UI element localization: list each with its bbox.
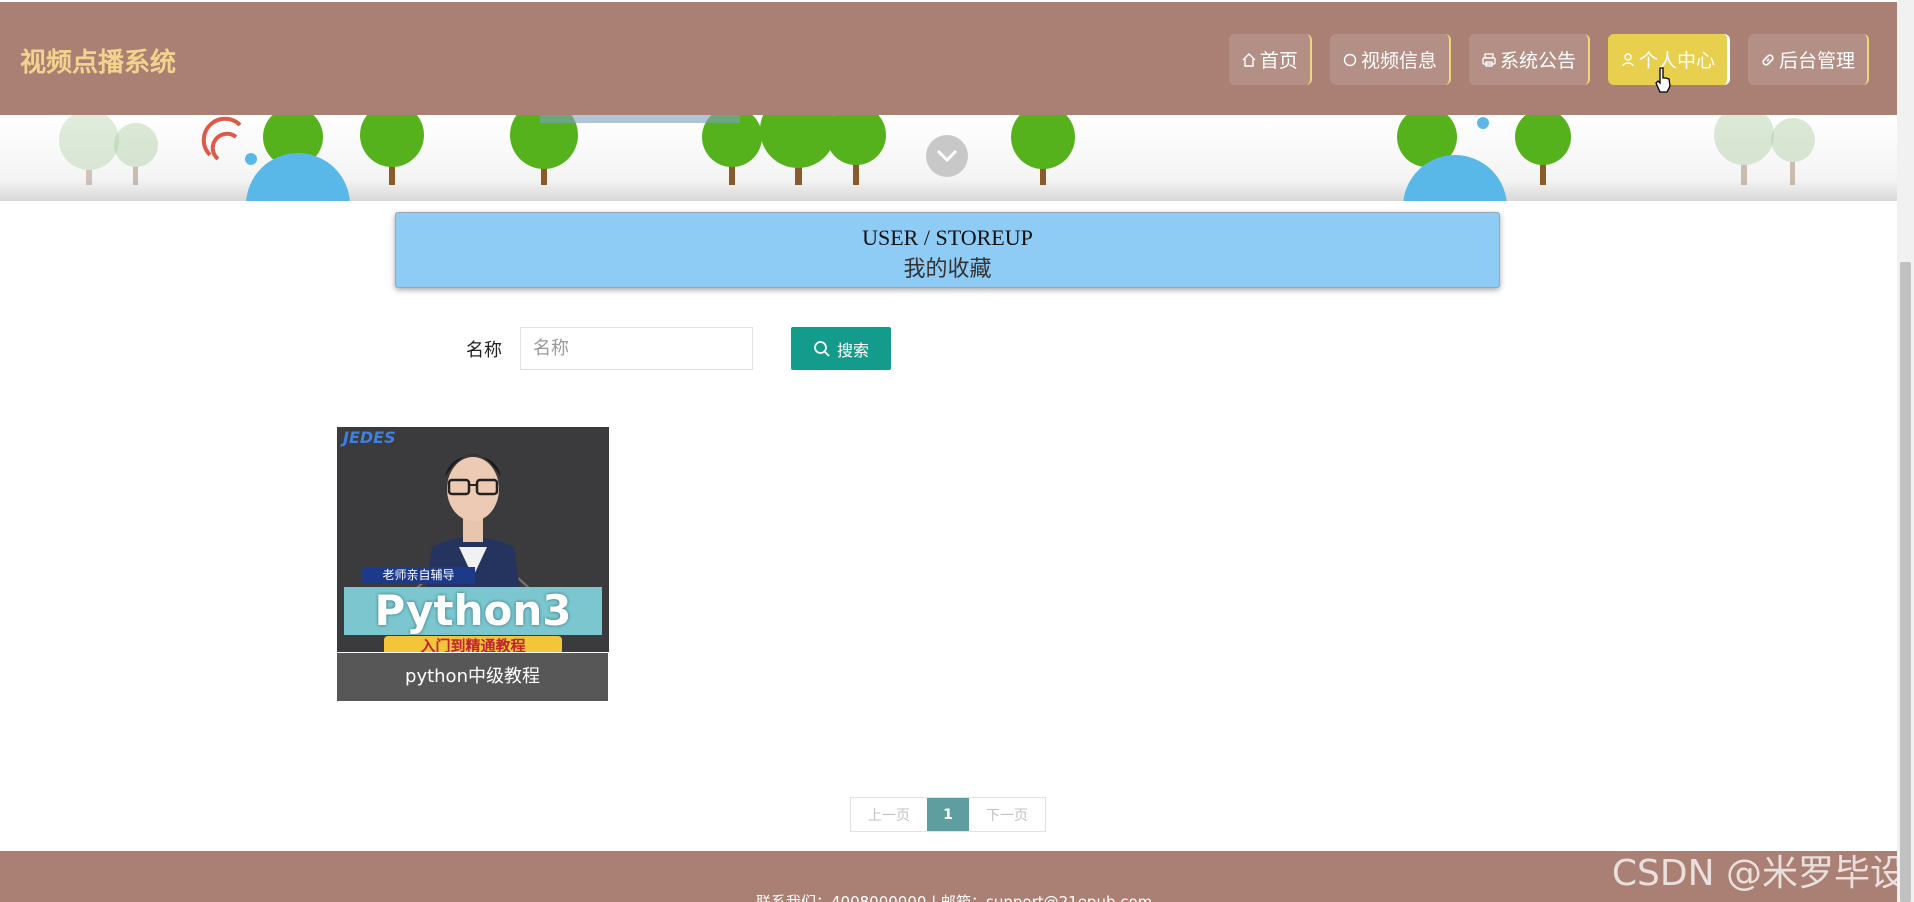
search-button[interactable]: 搜索 xyxy=(791,327,891,370)
nav-videos-label: 视频信息 xyxy=(1360,50,1437,72)
section-title-box: USER / STOREUP 我的收藏 xyxy=(395,212,1500,288)
tree-icon xyxy=(59,115,119,185)
search-icon xyxy=(814,340,830,357)
page-scrollbar[interactable] xyxy=(1897,0,1914,902)
search-button-label: 搜索 xyxy=(836,342,869,360)
print-icon xyxy=(1482,52,1496,67)
chevron-down-icon xyxy=(936,149,958,163)
hand-cursor-icon xyxy=(1655,67,1671,93)
nav-home[interactable]: 首页 xyxy=(1228,34,1312,85)
user-icon xyxy=(1622,52,1634,66)
section-title-cn: 我的收藏 xyxy=(903,256,992,281)
nav-home-label: 首页 xyxy=(1259,50,1298,72)
scroll-down-button[interactable] xyxy=(926,135,968,177)
circle-icon xyxy=(1343,53,1357,66)
prev-page-button[interactable]: 上一页 xyxy=(851,798,927,831)
tree-icon xyxy=(1515,115,1571,185)
page: 视频点播系统 首页 视频信息 系统公告 个人中心 后台管理 USER / STO… xyxy=(0,0,1914,902)
tree-icon xyxy=(760,115,836,185)
home-icon xyxy=(1242,52,1256,67)
search-label: 名称 xyxy=(466,340,502,361)
tree-icon xyxy=(826,115,886,185)
pagination: 上一页 1 下一页 xyxy=(850,797,1046,832)
robot-icon xyxy=(245,153,350,201)
site-title: 视频点播系统 xyxy=(20,48,177,78)
tree-icon xyxy=(1771,118,1815,185)
thumb-sub-text: 入门到精通教程 xyxy=(384,636,562,652)
banner xyxy=(0,115,1897,201)
svg-text:JEDES: JEDES xyxy=(340,428,396,447)
footer-contact: 联系我们：4008000000 | 邮箱：support@21epub.com xyxy=(756,893,1153,902)
video-thumbnail: JEDES 老师亲自辅导 Python3 入门到精通教程 xyxy=(337,427,609,652)
link-icon xyxy=(1762,53,1774,66)
tree-icon xyxy=(114,123,158,185)
nav-videos[interactable]: 视频信息 xyxy=(1329,34,1451,85)
section-title-en: USER / STOREUP xyxy=(862,225,1033,250)
tree-icon xyxy=(702,115,762,185)
nav-notices-label: 系统公告 xyxy=(1499,50,1576,72)
card-title: python中级教程 xyxy=(337,653,608,701)
tree-icon xyxy=(1714,115,1774,185)
favorite-card[interactable]: JEDES 老师亲自辅导 Python3 入门到精通教程 python中级教程 xyxy=(337,427,609,701)
tree-icon xyxy=(1011,115,1075,185)
tree-icon xyxy=(510,115,578,185)
nav-notices[interactable]: 系统公告 xyxy=(1468,34,1590,85)
header-bar: 视频点播系统 首页 视频信息 系统公告 个人中心 后台管理 xyxy=(0,2,1897,115)
nav-personal-center-label: 个人中心 xyxy=(1638,50,1715,72)
scrollbar-thumb[interactable] xyxy=(1900,262,1911,902)
watermark: CSDN @米罗毕设 xyxy=(1611,853,1906,894)
next-page-button[interactable]: 下一页 xyxy=(969,798,1045,831)
nav-admin-label: 后台管理 xyxy=(1778,50,1855,72)
search-input[interactable] xyxy=(520,327,753,370)
tree-icon xyxy=(360,115,424,185)
thumb-badge: 老师亲自辅导 xyxy=(362,567,475,584)
nav-admin[interactable]: 后台管理 xyxy=(1747,34,1869,85)
thumb-big-text: Python3 xyxy=(374,586,572,635)
top-nav: 首页 视频信息 系统公告 个人中心 后台管理 xyxy=(1228,34,1869,85)
current-page[interactable]: 1 xyxy=(927,798,969,831)
